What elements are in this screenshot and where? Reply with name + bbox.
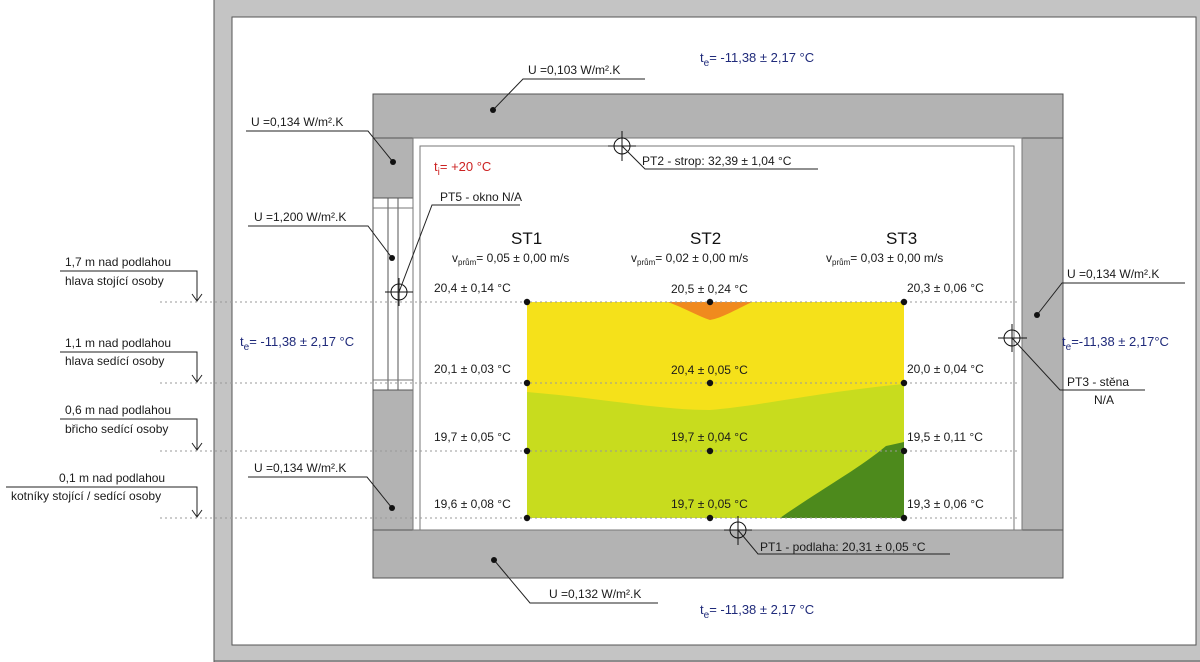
- heatmap: [527, 302, 904, 518]
- measurement-point-st1-4: [523, 514, 531, 522]
- temp-st2-2: 20,4 ± 0,05 °C: [671, 363, 748, 377]
- st2-name: ST2: [690, 229, 721, 248]
- measurement-point-st1-1: [523, 298, 531, 306]
- temp-st3-1: 20,3 ± 0,06 °C: [907, 281, 984, 295]
- temp-st2-3: 19,7 ± 0,04 °C: [671, 430, 748, 444]
- pt2-label: PT2 - strop: 32,39 ± 1,04 °C: [642, 154, 792, 168]
- temp-st1-4: 19,6 ± 0,08 °C: [434, 497, 511, 511]
- floor-wall: [372, 529, 1064, 579]
- temp-st1-2: 20,1 ± 0,03 °C: [434, 362, 511, 376]
- temp-st3-3: 19,5 ± 0,11 °C: [907, 430, 983, 444]
- u-window-text: U =1,200 W/m².K: [254, 210, 346, 224]
- temp-st3-2: 20,0 ± 0,04 °C: [907, 362, 984, 376]
- height-4-line1: 0,1 m nad podlahou: [59, 471, 165, 485]
- measurement-point-st3-4: [900, 514, 908, 522]
- measurement-point-st2-2: [706, 379, 714, 387]
- temp-st3-4: 19,3 ± 0,06 °C: [907, 497, 984, 511]
- u-roof-text: U =0,103 W/m².K: [528, 63, 620, 77]
- u-left-top-text: U =0,134 W/m².K: [251, 115, 343, 129]
- temp-st2-4: 19,7 ± 0,05 °C: [671, 497, 748, 511]
- thermal-diagram: 1,7 m nad podlahou hlava stojící osoby 1…: [6, 0, 1200, 662]
- left-wall-top: [372, 137, 414, 199]
- measurement-point-st3-1: [900, 298, 908, 306]
- st3-name: ST3: [886, 229, 917, 248]
- measurement-point-st2-3: [706, 447, 714, 455]
- u-floor-text: U =0,132 W/m².K: [549, 587, 641, 601]
- measurement-point-st2-4: [706, 514, 714, 522]
- pt3-label-line2: N/A: [1094, 393, 1114, 407]
- height-2-line1: 1,1 m nad podlahou: [65, 336, 171, 350]
- temp-st1-1: 20,4 ± 0,14 °C: [434, 281, 511, 295]
- roof-wall: [372, 93, 1064, 139]
- measurement-point-st1-3: [523, 447, 531, 455]
- height-label-4: 0,1 m nad podlahou kotníky stojící / sed…: [6, 471, 203, 518]
- measurement-point-st3-2: [900, 379, 908, 387]
- u-left-bottom-text: U =0,134 W/m².K: [254, 461, 346, 475]
- height-label-1: 1,7 m nad podlahou hlava stojící osoby: [60, 255, 203, 302]
- right-wall: [1021, 137, 1064, 531]
- measurement-point-st1-2: [523, 379, 531, 387]
- temp-st2-1: 20,5 ± 0,24 °C: [671, 282, 748, 296]
- u-right-text: U =0,134 W/m².K: [1067, 267, 1159, 281]
- height-1-line1: 1,7 m nad podlahou: [65, 255, 171, 269]
- height-4-line2: kotníky stojící / sedící osoby: [11, 489, 161, 503]
- pt1-label: PT1 - podlaha: 20,31 ± 0,05 °C: [760, 540, 926, 554]
- pt3-label-line1: PT3 - stěna: [1067, 375, 1129, 389]
- st1-name: ST1: [511, 229, 542, 248]
- pt5-label: PT5 - okno N/A: [440, 190, 522, 204]
- measurement-point-st3-3: [900, 447, 908, 455]
- height-label-3: 0,6 m nad podlahou břicho sedící osoby: [60, 403, 203, 451]
- height-label-2: 1,1 m nad podlahou hlava sedící osoby: [60, 336, 203, 383]
- height-3-line2: břicho sedící osoby: [65, 422, 168, 436]
- height-2-line2: hlava sedící osoby: [65, 354, 164, 368]
- height-1-line2: hlava stojící osoby: [65, 274, 164, 288]
- measurement-point-st2-1: [706, 298, 714, 306]
- height-3-line1: 0,6 m nad podlahou: [65, 403, 171, 417]
- temp-st1-3: 19,7 ± 0,05 °C: [434, 430, 511, 444]
